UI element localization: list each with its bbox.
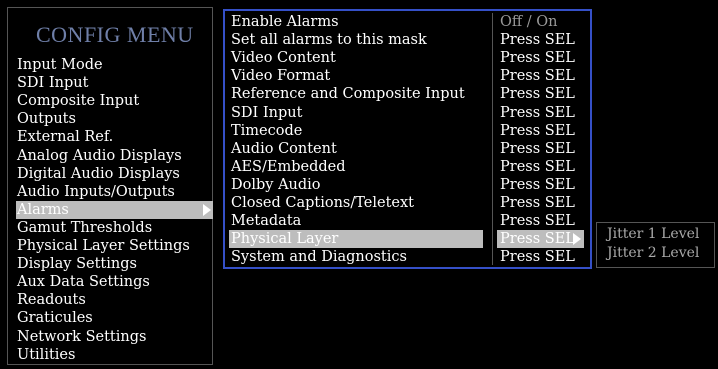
left-menu-item-label: SDI Input [17,75,89,92]
left-menu-item-aux-data-settings[interactable]: Aux Data Settings [16,273,213,291]
physical-layer-item-jitter-2-level[interactable]: Jitter 2 Level [607,244,699,262]
submenu-arrow-icon [203,203,211,216]
alarm-value-label: Press SEL [500,104,575,121]
left-menu-item-label: External Ref. [17,129,114,146]
left-menu-item-alarms[interactable]: Alarms [16,200,213,219]
alarm-value-label: Press SEL [500,213,575,230]
left-menu-item-digital-audio-displays[interactable]: Digital Audio Displays [16,165,213,183]
physical-layer-item-jitter-1-level[interactable]: Jitter 1 Level [607,225,699,243]
left-menu-item-analog-audio-displays[interactable]: Analog Audio Displays [16,147,213,165]
alarm-item-video-format[interactable]: Video Format [229,67,483,85]
left-menu-item-readouts[interactable]: Readouts [16,291,213,309]
left-menu-item-audio-inputs-outputs[interactable]: Audio Inputs/Outputs [16,183,213,201]
alarm-value-label: Press SEL [500,176,575,193]
left-menu-item-label: Input Mode [17,57,103,73]
alarms-submenu-panel: Enable Alarms Off / On Set all alarms to t… [223,9,592,269]
physical-layer-submenu-panel: Jitter 1 Level Jitter 2 Level [596,222,715,268]
left-menu-item-label: Aux Data Settings [17,274,150,291]
alarm-item-closed-captions-teletext[interactable]: Closed Captions/Teletext [229,194,483,212]
alarm-item-dolby-audio[interactable]: Dolby Audio [229,176,483,194]
left-menu-item-label: Graticules [17,310,93,327]
alarm-value-label: Press SEL [500,86,575,103]
left-menu-item-gamut-thresholds[interactable]: Gamut Thresholds [16,219,213,237]
alarm-item-video-content[interactable]: Video Content [229,49,483,67]
alarm-value-label: Press SEL [500,249,575,266]
alarm-item-physical-layer[interactable]: Physical Layer [229,230,483,249]
left-menu-item-input-mode[interactable]: Input Mode [16,56,213,74]
alarm-value-label: Press SEL [500,68,575,85]
left-menu-item-display-settings[interactable]: Display Settings [16,255,213,273]
left-menu-item-label: Analog Audio Displays [17,147,182,164]
left-menu-item-label: Outputs [17,111,76,128]
left-menu-item-outputs[interactable]: Outputs [16,110,213,128]
alarm-value-label: Press SEL [500,122,575,139]
left-menu-item-label: Composite Input [17,93,140,110]
alarm-value-enable-alarms[interactable]: Off / On [497,13,584,31]
alarm-item-reference-and-composite-input[interactable]: Reference and Composite Input [229,85,483,103]
alarm-value-video-content[interactable]: Press SEL [497,49,584,67]
alarm-value-aes-embedded[interactable]: Press SEL [497,158,584,176]
left-menu-item-label: Readouts [17,292,86,309]
alarm-value-label: Press SEL [500,140,575,157]
alarm-value-system-and-diagnostics[interactable]: Press SEL [497,248,584,266]
left-menu-item-utilities[interactable]: Utilities [16,346,213,364]
alarm-value-label: Off / On [500,14,558,30]
alarm-value-dolby-audio[interactable]: Press SEL [497,176,584,194]
left-menu-item-label: Digital Audio Displays [17,165,180,182]
menu-title: CONFIG MENU [36,22,194,47]
alarm-value-metadata[interactable]: Press SEL [497,212,584,230]
alarm-value-reference-and-composite-input[interactable]: Press SEL [497,85,584,103]
left-menu-item-label: Network Settings [17,328,147,345]
alarm-value-set-all-alarms-to-this-mask[interactable]: Press SEL [497,31,584,49]
alarm-item-timecode[interactable]: Timecode [229,122,483,140]
left-menu-item-composite-input[interactable]: Composite Input [16,92,213,110]
left-menu-item-physical-layer-settings[interactable]: Physical Layer Settings [16,237,213,255]
left-menu-item-external-ref-[interactable]: External Ref. [16,128,213,146]
left-menu-item-label: Utilities [17,346,76,363]
left-menu-item-graticules[interactable]: Graticules [16,309,213,327]
alarm-item-enable-alarms[interactable]: Enable Alarms [229,13,483,31]
alarm-value-audio-content[interactable]: Press SEL [497,140,584,158]
alarm-item-aes-embedded[interactable]: AES/Embedded [229,158,483,176]
alarm-item-metadata[interactable]: Metadata [229,212,483,230]
alarm-value-closed-captions-teletext[interactable]: Press SEL [497,194,584,212]
alarm-item-audio-content[interactable]: Audio Content [229,140,483,158]
alarm-value-video-format[interactable]: Press SEL [497,67,584,85]
alarm-value-timecode[interactable]: Press SEL [497,122,584,140]
alarm-value-label: Press SEL [500,32,575,49]
alarm-value-label: Press SEL [500,231,575,248]
alarm-item-system-and-diagnostics[interactable]: System and Diagnostics [229,248,483,266]
alarm-value-sdi-input[interactable]: Press SEL [497,104,584,122]
alarm-value-label: Press SEL [500,158,575,175]
left-menu-item-label: Display Settings [17,256,137,273]
left-menu-item-label: Physical Layer Settings [17,238,190,254]
left-menu-item-network-settings[interactable]: Network Settings [16,328,213,346]
config-menu-panel: CONFIG MENU Input Mode SDI Input Composite… [7,7,213,365]
left-menu-item-label: Alarms [17,201,69,218]
left-menu-item-label: Gamut Thresholds [17,219,153,236]
alarm-item-sdi-input[interactable]: SDI Input [229,104,483,122]
alarm-value-label: Press SEL [500,50,575,67]
left-menu-item-label: Audio Inputs/Outputs [17,183,175,200]
left-menu-item-sdi-input[interactable]: SDI Input [16,74,213,92]
column-divider [492,13,493,265]
submenu-arrow-icon [573,233,581,246]
alarm-value-label: Press SEL [500,195,575,211]
alarm-item-set-all-alarms-to-this-mask[interactable]: Set all alarms to this mask [229,31,483,49]
alarm-value-physical-layer[interactable]: Press SEL [497,230,584,249]
